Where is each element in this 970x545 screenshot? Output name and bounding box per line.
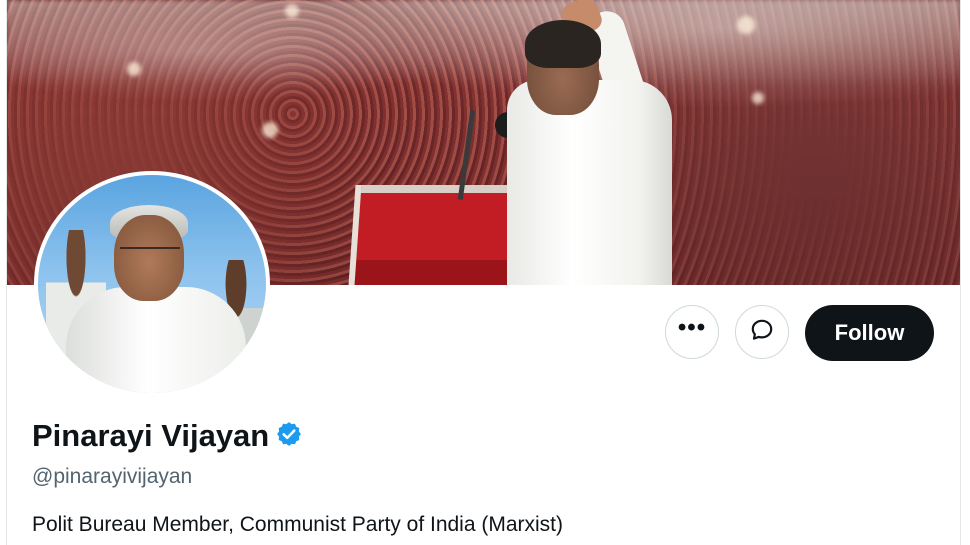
banner-speaker-hair [525, 20, 601, 68]
banner-light-bokeh [285, 4, 299, 18]
banner-podium [348, 185, 530, 285]
profile-page: ••• Follow Pinarayi Vijayan @pinarayivij… [6, 0, 961, 545]
more-dots-icon: ••• [677, 314, 707, 341]
profile-bio: Polit Bureau Member, Communist Party of … [32, 513, 564, 536]
profile-avatar[interactable] [34, 171, 270, 397]
banner-speaker-body [507, 80, 672, 285]
banner-light-bokeh [737, 16, 755, 34]
avatar-body [66, 287, 246, 393]
banner-light-bokeh [262, 122, 278, 138]
banner-light-bokeh [752, 92, 764, 104]
banner-light-bokeh [127, 62, 141, 76]
more-options-button[interactable]: ••• [665, 305, 719, 359]
follow-button[interactable]: Follow [805, 305, 934, 361]
avatar-glasses [120, 247, 180, 259]
message-button[interactable] [735, 305, 789, 359]
profile-name-row: Pinarayi Vijayan [32, 418, 303, 454]
profile-handle: @pinarayivijayan [32, 465, 193, 488]
display-name: Pinarayi Vijayan [32, 418, 270, 453]
message-bubble-icon [749, 317, 775, 348]
verified-badge-icon[interactable] [275, 420, 303, 453]
